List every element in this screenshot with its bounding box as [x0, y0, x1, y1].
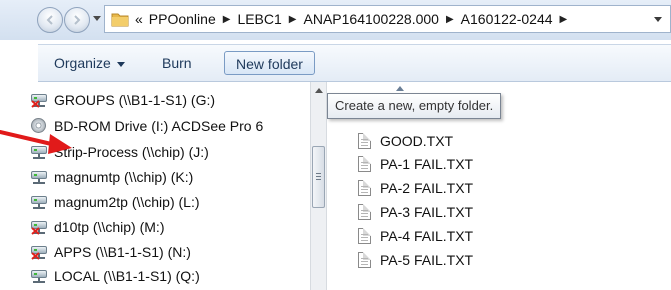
scrollbar-thumb[interactable]	[312, 146, 325, 208]
file-item-good[interactable]: GOOD.TXT	[358, 130, 453, 152]
text-file-icon	[358, 228, 371, 244]
disconnected-network-drive-icon	[30, 244, 48, 260]
burn-button[interactable]: Burn	[154, 51, 200, 75]
file-item-pa1-fail[interactable]: PA-1 FAIL.TXT	[358, 153, 473, 175]
new-folder-button[interactable]: New folder	[224, 51, 315, 75]
breadcrumb-item-lebc1[interactable]: LEBC1	[237, 11, 281, 27]
nav-item-apps-drive[interactable]: APPS (\\B1-1-S1) (N:)	[30, 241, 191, 263]
file-name: PA-3 FAIL.TXT	[380, 204, 474, 220]
network-drive-icon	[30, 169, 48, 185]
breadcrumb-separator-icon[interactable]: ▶	[223, 14, 231, 25]
text-file-icon	[358, 252, 371, 268]
file-item-pa5-fail[interactable]: PA-5 FAIL.TXT	[358, 249, 473, 271]
back-button[interactable]	[37, 7, 63, 33]
recent-pages-dropdown[interactable]	[93, 16, 101, 21]
navigation-pane-scrollbar[interactable]	[310, 82, 327, 290]
nav-item-d10tp-drive[interactable]: d10tp (\\chip) (M:)	[30, 216, 164, 238]
network-drive-icon	[30, 268, 48, 284]
breadcrumb-overflow-button[interactable]: «	[135, 11, 143, 27]
new-folder-tooltip: Create a new, empty folder.	[327, 93, 502, 119]
breadcrumb-separator-icon[interactable]: ▶	[446, 14, 454, 25]
disconnected-network-drive-icon	[30, 219, 48, 235]
sort-ascending-icon[interactable]	[396, 86, 404, 91]
command-toolbar: Organize Burn New folder	[38, 44, 671, 82]
nav-item-label: APPS (\\B1-1-S1) (N:)	[54, 244, 191, 260]
forward-arrow-icon	[74, 15, 81, 25]
nav-item-local-drive[interactable]: LOCAL (\\B1-1-S1) (Q:)	[30, 265, 200, 287]
text-file-icon	[358, 180, 371, 196]
organize-button[interactable]: Organize	[46, 51, 133, 75]
text-file-icon	[358, 156, 371, 172]
nav-item-label: LOCAL (\\B1-1-S1) (Q:)	[54, 268, 200, 284]
nav-item-groups-drive[interactable]: GROUPS (\\B1-1-S1) (G:)	[30, 89, 215, 111]
nav-item-label: magnum2tp (\\chip) (L:)	[54, 194, 200, 210]
nav-item-magnum2tp-drive[interactable]: magnum2tp (\\chip) (L:)	[30, 191, 200, 213]
nav-item-label: magnumtp (\\chip) (K:)	[54, 169, 194, 185]
file-item-pa4-fail[interactable]: PA-4 FAIL.TXT	[358, 225, 473, 247]
back-arrow-icon	[46, 15, 53, 25]
text-file-icon	[358, 133, 371, 149]
scroll-up-arrow-icon[interactable]	[315, 88, 323, 93]
nav-item-label: BD-ROM Drive (I:) ACDSee Pro 6	[54, 118, 264, 134]
nav-item-label: d10tp (\\chip) (M:)	[54, 219, 165, 235]
folder-icon	[111, 13, 129, 26]
organize-label: Organize	[54, 55, 111, 71]
file-item-pa2-fail[interactable]: PA-2 FAIL.TXT	[358, 177, 473, 199]
red-annotation-arrow-icon	[0, 130, 72, 154]
file-name: PA-4 FAIL.TXT	[380, 228, 474, 244]
nav-item-magnumtp-drive[interactable]: magnumtp (\\chip) (K:)	[30, 166, 193, 188]
forward-button[interactable]	[64, 7, 90, 33]
nav-item-label: GROUPS (\\B1-1-S1) (G:)	[54, 92, 216, 108]
breadcrumb-item-anap[interactable]: ANAP164100228.000	[304, 11, 439, 27]
address-box[interactable]: « PPOonline ▶ LEBC1 ▶ ANAP164100228.000 …	[104, 5, 671, 33]
file-item-pa3-fail[interactable]: PA-3 FAIL.TXT	[358, 201, 473, 223]
breadcrumb: « PPOonline ▶ LEBC1 ▶ ANAP164100228.000 …	[111, 6, 574, 32]
breadcrumb-item-ppoonline[interactable]: PPOonline	[149, 11, 216, 27]
network-drive-icon	[30, 194, 48, 210]
breadcrumb-separator-icon[interactable]: ▶	[560, 14, 568, 25]
file-name: PA-1 FAIL.TXT	[380, 156, 474, 172]
address-bar-region: « PPOonline ▶ LEBC1 ▶ ANAP164100228.000 …	[0, 0, 671, 40]
disconnected-network-drive-icon	[30, 92, 48, 108]
address-history-dropdown-icon[interactable]	[654, 17, 662, 22]
file-name: PA-5 FAIL.TXT	[380, 252, 474, 268]
breadcrumb-separator-icon[interactable]: ▶	[289, 14, 297, 25]
breadcrumb-item-a160122[interactable]: A160122-0244	[461, 11, 553, 27]
file-name: GOOD.TXT	[380, 133, 454, 149]
file-name: PA-2 FAIL.TXT	[380, 180, 474, 196]
text-file-icon	[358, 204, 371, 220]
chevron-down-icon	[116, 61, 125, 67]
